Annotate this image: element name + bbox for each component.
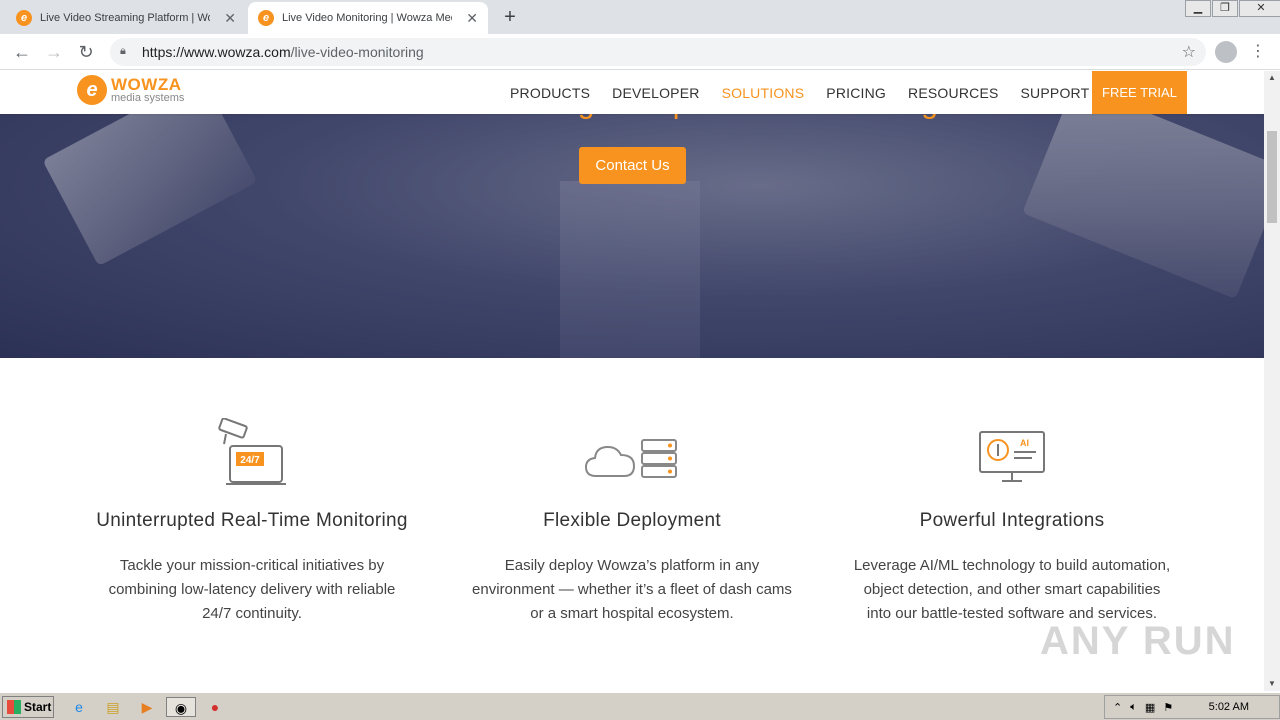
tab-title: Live Video Monitoring | Wowza Media [282,12,452,24]
system-tray: ⌃ 🔈︎ ▦ ⚑ 5:02 AM [1104,695,1280,719]
nav-resources[interactable]: RESOURCES [908,85,998,101]
back-arrow-icon[interactable]: ← [10,40,34,64]
file-explorer-icon[interactable]: ▤ [102,697,124,717]
feature-desc-line: combining low-latency delivery with reli… [108,581,396,598]
restore-icon[interactable]: ❐ [1212,0,1238,17]
feature-desc-line: Easily deploy Wowza’s platform in any [504,557,760,574]
lock-icon: 🔒︎ [120,45,126,57]
close-icon[interactable]: ✕ [466,10,478,27]
minimize-icon[interactable]: ▁ [1185,0,1211,17]
feature-title: Flexible Deployment [543,510,721,531]
browser-tab-bar: e Live Video Streaming Platform | Wowza … [0,0,1280,34]
url-text: https://www.wowza.com/live-video-monitor… [142,44,424,60]
nav-pricing[interactable]: PRICING [826,85,886,101]
new-tab-plus-icon[interactable]: + [498,5,522,29]
security-alert-icon[interactable]: ● [204,697,226,717]
ai-monitor-icon: AI [979,431,1045,482]
volume-icon[interactable]: 🔈︎ [1130,701,1137,714]
nav-support[interactable]: SUPPORT [1021,85,1090,101]
address-bar[interactable]: 🔒︎ https://www.wowza.com/live-video-moni… [110,38,1206,66]
nav-solutions[interactable]: SOLUTIONS [722,85,805,101]
ai-monitor-icon-text: AI [1020,438,1029,448]
reload-icon[interactable]: ↻ [74,40,98,64]
main-nav: PRODUCTS DEVELOPER SOLUTIONS PRICING RES… [510,71,1111,114]
windows-taskbar: Start e ▤ ▶ ◉ ● ⌃ 🔈︎ ▦ ⚑ 5:02 AM [0,692,1280,720]
bookmark-star-icon[interactable]: ☆ [1182,42,1196,62]
cctv-247-icon-text: 24/7 [240,455,260,466]
hero-banner: Real-time streaming for rapid decision-m… [0,71,1264,358]
wowza-favicon-icon: e [258,10,274,26]
scroll-down-arrow-icon[interactable]: ▼ [1264,677,1280,691]
more-menu-icon[interactable]: ⋮ [1248,40,1268,64]
feature-description: Easily deploy Wowza’s platform in any en… [442,554,822,626]
cctv-247-icon: 24/7 [218,418,286,485]
feature-title: Powerful Integrations [919,510,1105,531]
site-header: e WOWZA media systems PRODUCTS DEVELOPER… [0,71,1264,114]
browser-tab-active[interactable]: e Live Video Monitoring | Wowza Media ✕ [248,2,488,34]
start-label: Start [24,700,52,714]
url-path: /live-video-monitoring [290,44,424,60]
flag-icon[interactable]: ⚑ [1163,701,1173,714]
logo-subtitle: media systems [111,92,185,104]
page-viewport: Real-time streaming for rapid decision-m… [0,71,1264,691]
logo-brand: WOWZA [111,75,182,94]
feature-desc-line: Tackle your mission-critical initiatives… [119,557,385,574]
page-scrollbar[interactable]: ▲ ▼ [1264,71,1280,691]
window-controls: ▁ ❐ ✕ [1184,0,1280,18]
close-icon[interactable]: ✕ [224,10,236,27]
contact-us-button[interactable]: Contact Us [579,147,686,184]
feature-desc-line: or a smart hospital ecosystem. [530,605,734,622]
feature-desc-line: 24/7 continuity. [202,605,302,622]
feature-desc-line: environment — whether it’s a fleet of da… [472,581,792,598]
nav-products[interactable]: PRODUCTS [510,85,590,101]
system-clock: 5:02 AM [1208,701,1249,713]
window-close-icon[interactable]: ✕ [1239,0,1280,17]
forward-arrow-icon[interactable]: → [42,40,66,64]
internet-explorer-icon[interactable]: e [68,697,90,717]
scroll-up-arrow-icon[interactable]: ▲ [1264,71,1280,85]
tab-title: Live Video Streaming Platform | Wowza [40,12,210,24]
browser-tab[interactable]: e Live Video Streaming Platform | Wowza … [6,2,246,34]
scroll-thumb[interactable] [1267,131,1277,223]
url-host: https://www.wowza.com [142,44,291,60]
cloud-server-icon [584,439,677,478]
feature-description: Tackle your mission-critical initiatives… [62,554,442,626]
wowza-favicon-icon: e [16,10,32,26]
network-icon[interactable]: ▦ [1145,701,1155,714]
feature-desc-line: object detection, and other smart capabi… [863,581,1161,598]
tray-expand-icon[interactable]: ⌃ [1113,701,1122,714]
nav-developer[interactable]: DEVELOPER [612,85,699,101]
anyrun-watermark: ANY RUN [1040,619,1236,663]
chrome-taskbar-icon[interactable]: ◉ [166,697,196,717]
free-trial-button[interactable]: FREE TRIAL [1092,71,1187,114]
feature-desc-line: Leverage AI/ML technology to build autom… [853,557,1171,574]
browser-toolbar: ← → ↻ 🔒︎ https://www.wowza.com/live-vide… [0,34,1280,70]
wowza-logo[interactable]: e WOWZA media systems [77,75,184,105]
feature-description: Leverage AI/ML technology to build autom… [822,554,1202,626]
media-player-icon[interactable]: ▶ [136,697,158,717]
profile-avatar-icon[interactable] [1215,41,1237,63]
windows-logo-icon [7,700,21,714]
start-button[interactable]: Start [2,696,54,718]
wowza-logo-icon: e [77,75,107,105]
feature-title: Uninterrupted Real-Time Monitoring [96,510,408,531]
